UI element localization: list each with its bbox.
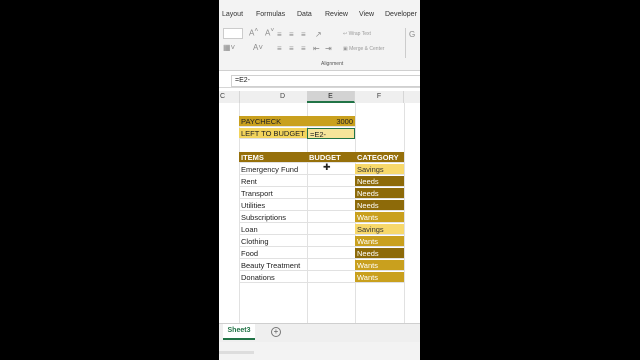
align-top-icon[interactable]: ≡ — [277, 30, 282, 39]
align-middle-icon[interactable]: ≡ — [289, 30, 294, 39]
wrap-text-button[interactable]: ↩ Wrap Text — [343, 31, 371, 37]
increase-indent-icon[interactable]: ⇥ — [325, 44, 332, 53]
ribbon-toolbar: A˄ A˅ A˅ ▦˅ ≡ ≡ ≡ ↗ ≡ ≡ ≡ ⇤ ⇥ ↩ Wrap Tex… — [219, 26, 420, 71]
column-header-c[interactable]: C — [219, 91, 240, 103]
table-row-budget[interactable] — [307, 272, 355, 283]
status-indicator — [219, 351, 254, 354]
table-row-budget[interactable] — [307, 224, 355, 235]
table-row-budget[interactable] — [307, 236, 355, 247]
spreadsheet-grid[interactable]: PAYCHECK 3000 LEFT TO BUDGET =E2- ITEMS … — [219, 103, 420, 323]
ribbon-divider — [405, 28, 406, 58]
tab-data[interactable]: Data — [297, 11, 312, 18]
table-row-item[interactable]: Transport — [239, 188, 307, 199]
table-row-budget[interactable] — [307, 176, 355, 187]
increase-font-icon[interactable]: A˄ — [249, 27, 258, 38]
align-left-icon[interactable]: ≡ — [277, 44, 282, 53]
table-row-item[interactable]: Rent — [239, 176, 307, 187]
decrease-font-icon[interactable]: A˅ — [265, 27, 274, 38]
tab-formulas[interactable]: Formulas — [256, 11, 285, 18]
table-row-budget[interactable] — [307, 212, 355, 223]
table-row-category[interactable]: Savings — [355, 224, 404, 235]
table-row-category[interactable]: Needs — [355, 248, 404, 259]
table-row-category[interactable]: Needs — [355, 188, 404, 199]
table-row-category[interactable]: Wants — [355, 236, 404, 247]
number-format-icon[interactable]: G — [409, 30, 415, 39]
sheet-tab-bar: Sheet3 + — [219, 323, 420, 342]
merge-center-label: Merge & Center — [349, 46, 385, 52]
align-right-icon[interactable]: ≡ — [301, 44, 306, 53]
formula-input[interactable]: =E2- — [231, 75, 420, 87]
table-row-item[interactable]: Loan — [239, 224, 307, 235]
sheet-tab[interactable]: Sheet3 — [223, 324, 255, 340]
left-to-budget-label-cell[interactable]: LEFT TO BUDGET — [239, 128, 307, 139]
paycheck-value-cell[interactable]: 3000 — [307, 116, 355, 127]
table-row-budget[interactable] — [307, 248, 355, 259]
table-row-category[interactable]: Wants — [355, 260, 404, 271]
table-row-category[interactable]: Needs — [355, 176, 404, 187]
table-row-budget[interactable] — [307, 188, 355, 199]
excel-window: Layout Formulas Data Review View Develop… — [219, 0, 420, 360]
tab-developer[interactable]: Developer — [385, 11, 417, 18]
decrease-indent-icon[interactable]: ⇤ — [313, 44, 320, 53]
tab-view[interactable]: View — [359, 11, 374, 18]
table-row-item[interactable]: Food — [239, 248, 307, 259]
grid-line — [404, 103, 405, 323]
table-row-item[interactable]: Beauty Treatment — [239, 260, 307, 271]
table-row-item[interactable]: Subscriptions — [239, 212, 307, 223]
column-header-e[interactable]: E — [307, 91, 355, 103]
table-header-budget[interactable]: BUDGET — [307, 152, 355, 163]
table-row-category[interactable]: Wants — [355, 212, 404, 223]
table-row-item[interactable]: Clothing — [239, 236, 307, 247]
table-row-budget[interactable] — [307, 260, 355, 271]
table-row-budget[interactable] — [307, 164, 355, 175]
table-row-item[interactable]: Emergency Fund — [239, 164, 307, 175]
table-header-category[interactable]: CATEGORY — [355, 152, 404, 163]
alignment-group-label: Alignment — [321, 61, 344, 67]
orientation-icon[interactable]: ↗ — [315, 30, 322, 39]
merge-center-button[interactable]: ▣ Merge & Center — [343, 46, 384, 52]
fill-color-icon[interactable]: ▦˅ — [223, 43, 235, 52]
table-row-item[interactable]: Donations — [239, 272, 307, 283]
table-row-budget[interactable] — [307, 200, 355, 211]
table-header-items[interactable]: ITEMS — [239, 152, 307, 163]
table-row-category[interactable]: Wants — [355, 272, 404, 283]
table-row-item[interactable]: Utilities — [239, 200, 307, 211]
paycheck-label-cell[interactable]: PAYCHECK — [239, 116, 307, 127]
tab-layout[interactable]: Layout — [222, 11, 243, 18]
ribbon-tab-bar: Layout Formulas Data Review View Develop… — [219, 0, 420, 26]
cell-cursor-icon: ✚ — [323, 162, 331, 172]
status-bar — [219, 342, 420, 360]
align-bottom-icon[interactable]: ≡ — [301, 30, 306, 39]
table-row-category[interactable]: Needs — [355, 200, 404, 211]
column-header-f[interactable]: F — [355, 91, 404, 103]
formula-bar: =E2- — [219, 74, 420, 88]
table-row-category[interactable]: Savings — [355, 164, 404, 175]
font-color-icon[interactable]: A˅ — [253, 43, 263, 52]
align-center-icon[interactable]: ≡ — [289, 44, 294, 53]
wrap-text-label: Wrap Text — [348, 31, 371, 37]
left-to-budget-value-cell[interactable]: =E2- — [307, 128, 355, 139]
font-size-box[interactable] — [223, 28, 243, 39]
tab-review[interactable]: Review — [325, 11, 348, 18]
add-sheet-icon[interactable]: + — [271, 327, 281, 337]
